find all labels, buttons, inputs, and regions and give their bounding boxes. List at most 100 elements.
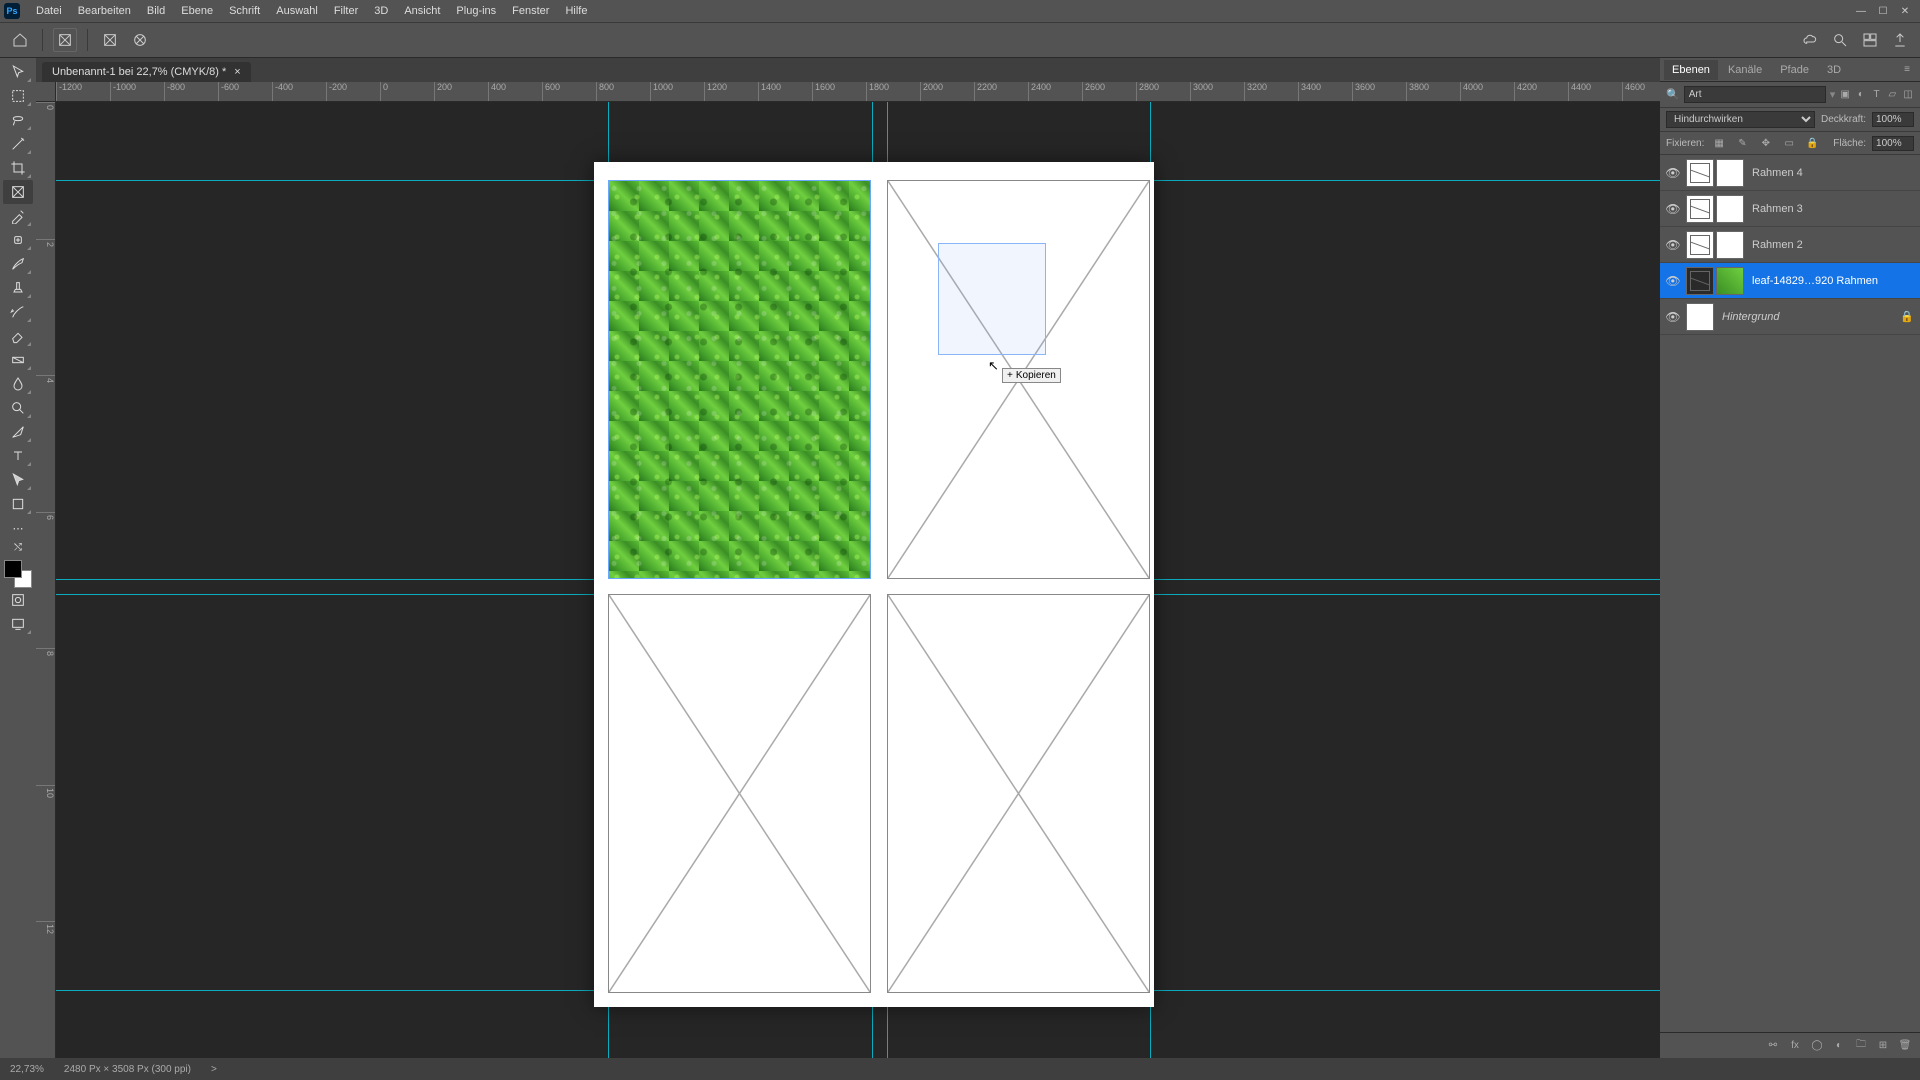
maximize-button[interactable]: ☐ <box>1872 2 1894 20</box>
tab-pfade[interactable]: Pfade <box>1772 60 1817 80</box>
blend-mode-select[interactable]: Hindurchwirken <box>1666 111 1815 128</box>
frame-tool-icon[interactable] <box>53 28 77 52</box>
menu-bild[interactable]: Bild <box>139 5 173 17</box>
eraser-tool[interactable] <box>3 324 33 348</box>
visibility-toggle[interactable]: 👁 <box>1664 202 1682 216</box>
pen-tool[interactable] <box>3 420 33 444</box>
workspace-icon[interactable] <box>1858 28 1882 52</box>
filter-shape-icon[interactable]: ▱ <box>1886 87 1898 103</box>
layer-filter-input[interactable] <box>1684 86 1826 103</box>
layer-name[interactable]: Hintergrund <box>1718 311 1896 323</box>
lock-move-icon[interactable]: ✥ <box>1757 135 1774 151</box>
tab-3d[interactable]: 3D <box>1819 60 1849 80</box>
stamp-tool[interactable] <box>3 276 33 300</box>
gradient-tool[interactable] <box>3 348 33 372</box>
frame-3[interactable] <box>608 594 871 993</box>
layer-row[interactable]: 👁Rahmen 4 <box>1660 155 1920 191</box>
brush-tool[interactable] <box>3 252 33 276</box>
swap-colors-icon[interactable]: ⤭ <box>3 540 33 554</box>
layer-thumb[interactable] <box>1716 231 1744 259</box>
tab-kanaele[interactable]: Kanäle <box>1720 60 1770 80</box>
menu-auswahl[interactable]: Auswahl <box>268 5 326 17</box>
visibility-toggle[interactable]: 👁 <box>1664 310 1682 324</box>
layer-mask-icon[interactable]: ◯ <box>1808 1038 1826 1054</box>
frame-1[interactable] <box>608 180 871 579</box>
move-tool[interactable] <box>3 60 33 84</box>
minimize-button[interactable]: — <box>1850 2 1872 20</box>
home-icon[interactable] <box>8 28 32 52</box>
filter-adjust-icon[interactable]: ◐ <box>1855 87 1867 103</box>
menu-bearbeiten[interactable]: Bearbeiten <box>70 5 139 17</box>
menu-datei[interactable]: Datei <box>28 5 70 17</box>
menu-filter[interactable]: Filter <box>326 5 366 17</box>
document-tab[interactable]: Unbenannt-1 bei 22,7% (CMYK/8) * × <box>42 62 251 82</box>
marquee-tool[interactable] <box>3 84 33 108</box>
delete-layer-icon[interactable]: 🗑 <box>1896 1038 1914 1054</box>
healing-tool[interactable] <box>3 228 33 252</box>
lock-pixels-icon[interactable]: ▦ <box>1710 135 1727 151</box>
menu-fenster[interactable]: Fenster <box>504 5 557 17</box>
blur-tool[interactable] <box>3 372 33 396</box>
visibility-toggle[interactable]: 👁 <box>1664 274 1682 288</box>
menu-schrift[interactable]: Schrift <box>221 5 268 17</box>
layer-style-icon[interactable]: fx <box>1786 1038 1804 1054</box>
shape-tool[interactable] <box>3 492 33 516</box>
layer-name[interactable]: Rahmen 3 <box>1748 203 1916 215</box>
group-icon[interactable]: 🗀 <box>1852 1038 1870 1054</box>
layer-row[interactable]: 👁 Hintergrund 🔒 <box>1660 299 1920 335</box>
menu-hilfe[interactable]: Hilfe <box>557 5 595 17</box>
layer-thumb[interactable] <box>1716 267 1744 295</box>
filter-smart-icon[interactable]: ◫ <box>1902 87 1914 103</box>
layer-name[interactable]: leaf-14829…920 Rahmen <box>1748 275 1916 287</box>
screenmode-tool[interactable] <box>3 612 33 636</box>
lock-icon[interactable]: 🔒 <box>1900 310 1916 323</box>
menu-plugins[interactable]: Plug-ins <box>448 5 504 17</box>
filter-image-icon[interactable]: ▣ <box>1839 87 1851 103</box>
adjustment-layer-icon[interactable]: ◐ <box>1830 1038 1848 1054</box>
path-select-tool[interactable] <box>3 468 33 492</box>
layer-thumb[interactable] <box>1716 195 1744 223</box>
layer-thumb[interactable] <box>1716 159 1744 187</box>
doc-info[interactable]: 2480 Px × 3508 Px (300 ppi) <box>64 1064 191 1075</box>
frame-tool[interactable] <box>3 180 33 204</box>
lasso-tool[interactable] <box>3 108 33 132</box>
close-tab-icon[interactable]: × <box>234 66 240 78</box>
layer-row[interactable]: 👁 Rahmen 2 <box>1660 227 1920 263</box>
info-arrow-icon[interactable]: > <box>211 1064 217 1075</box>
ruler-vertical[interactable]: 024681012 <box>36 102 56 1058</box>
link-layers-icon[interactable]: ⚯ <box>1764 1038 1782 1054</box>
new-layer-icon[interactable]: ⊞ <box>1874 1038 1892 1054</box>
dropdown-icon[interactable]: ▾ <box>1830 88 1836 101</box>
fill-input[interactable] <box>1872 136 1914 151</box>
ruler-horizontal[interactable]: -1200-1000-800-600-400-20002004006008001… <box>56 82 1660 102</box>
magic-wand-tool[interactable] <box>3 132 33 156</box>
quickmask-tool[interactable] <box>3 588 33 612</box>
opacity-input[interactable] <box>1872 112 1914 127</box>
frame-rect-icon[interactable] <box>98 28 122 52</box>
layer-name[interactable]: Rahmen 2 <box>1748 239 1916 251</box>
menu-3d[interactable]: 3D <box>366 5 396 17</box>
lock-artboard-icon[interactable]: ▭ <box>1780 135 1797 151</box>
layer-row[interactable]: 👁 leaf-14829…920 Rahmen <box>1660 263 1920 299</box>
dodge-tool[interactable] <box>3 396 33 420</box>
more-tools[interactable]: ⋯ <box>3 516 33 540</box>
menu-ebene[interactable]: Ebene <box>173 5 221 17</box>
lock-all-icon[interactable]: 🔒 <box>1804 135 1821 151</box>
visibility-toggle[interactable]: 👁 <box>1664 238 1682 252</box>
close-button[interactable]: ✕ <box>1894 2 1916 20</box>
ruler-origin[interactable] <box>36 82 56 102</box>
tab-ebenen[interactable]: Ebenen <box>1664 60 1718 80</box>
layer-thumb[interactable] <box>1686 159 1714 187</box>
type-tool[interactable] <box>3 444 33 468</box>
crop-tool[interactable] <box>3 156 33 180</box>
cloud-icon[interactable] <box>1798 28 1822 52</box>
layer-thumb[interactable] <box>1686 267 1714 295</box>
canvas[interactable]: ↖ + Kopieren <box>56 102 1660 1058</box>
color-swatch[interactable] <box>4 560 32 588</box>
menu-ansicht[interactable]: Ansicht <box>396 5 448 17</box>
filter-type-icon[interactable]: T <box>1871 87 1883 103</box>
layer-row[interactable]: 👁 Rahmen 3 <box>1660 191 1920 227</box>
frame-4[interactable] <box>887 594 1150 993</box>
visibility-toggle[interactable]: 👁 <box>1664 166 1682 180</box>
document[interactable] <box>594 162 1154 1007</box>
